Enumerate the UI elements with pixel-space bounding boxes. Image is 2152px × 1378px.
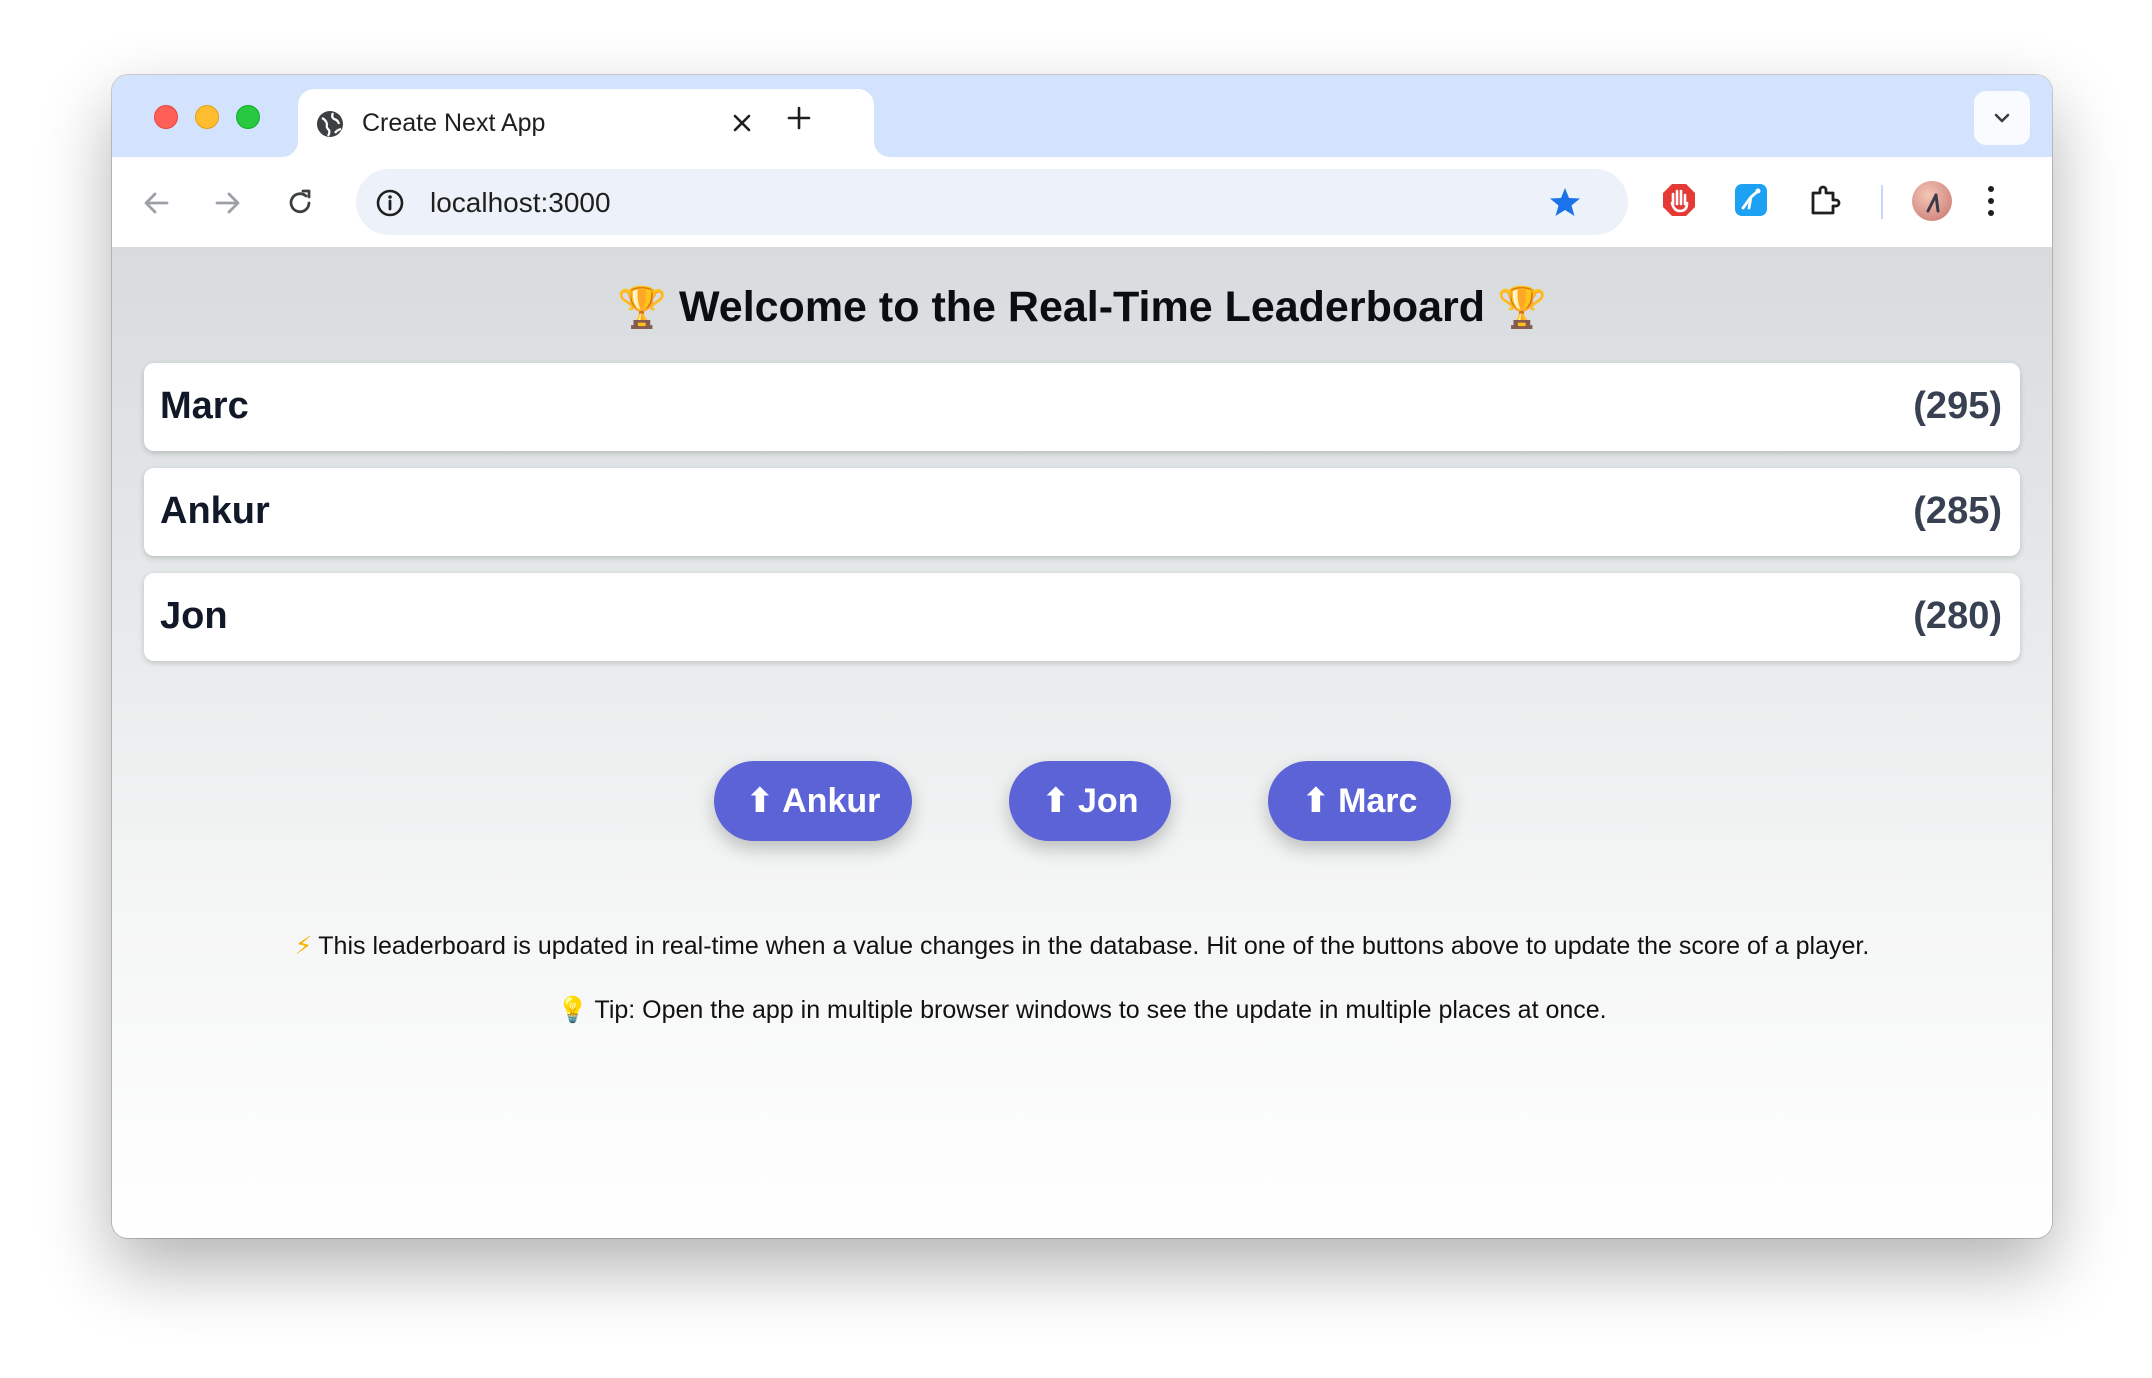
leaderboard-row: Ankur (285) (144, 468, 2020, 556)
site-info-icon[interactable] (374, 187, 406, 219)
adblock-extension-icon[interactable] (1660, 181, 1698, 219)
trophy-icon: 🏆 (1496, 285, 1547, 331)
button-label: Ankur (782, 782, 881, 820)
up-arrow-icon: ⬆ (1301, 781, 1331, 821)
upvote-jon-button[interactable]: ⬆ Jon (1009, 761, 1171, 841)
more-options-icon[interactable] (1986, 183, 1996, 219)
url-text[interactable]: localhost:3000 (430, 187, 611, 219)
button-label: Jon (1078, 782, 1139, 820)
close-window-button[interactable] (154, 105, 178, 129)
up-arrow-icon: ⬆ (745, 781, 775, 821)
tab-search-button[interactable] (1974, 91, 2030, 145)
minimize-window-button[interactable] (195, 105, 219, 129)
reload-icon[interactable] (284, 187, 316, 219)
page-title-text: Welcome to the Real-Time Leaderboard (678, 283, 1486, 331)
player-score: (285) (1913, 490, 2002, 532)
browser-window: Create Next App localhost:3000 🏆 Welcome… (112, 75, 2052, 1238)
chevron-down-icon (1994, 113, 2010, 123)
new-tab-icon[interactable] (786, 105, 812, 131)
trophy-icon: 🏆 (617, 285, 668, 331)
player-name: Jon (160, 595, 228, 637)
back-arrow-icon[interactable] (140, 187, 172, 219)
info-note-text: This leaderboard is updated in real-time… (318, 932, 1870, 960)
profile-avatar[interactable] (1912, 181, 1952, 221)
globe-icon (317, 111, 343, 137)
lightbulb-icon: 💡 (557, 995, 589, 1024)
bookmark-star-icon[interactable] (1548, 185, 1582, 219)
leaderboard-row: Marc (295) (144, 363, 2020, 451)
player-score: (280) (1913, 595, 2002, 637)
tip-note: 💡 Tip: Open the app in multiple browser w… (112, 995, 2052, 1025)
info-note: ⚡ This leaderboard is updated in real-tim… (112, 931, 2052, 961)
tab-strip: Create Next App (112, 75, 2052, 157)
bird-extension-icon[interactable] (1732, 181, 1770, 219)
avatar-icon (1926, 193, 1940, 213)
button-label: Marc (1338, 782, 1418, 820)
address-bar[interactable]: localhost:3000 (356, 169, 1628, 235)
extensions-puzzle-icon[interactable] (1805, 181, 1843, 219)
player-name: Ankur (160, 490, 270, 532)
forward-arrow-icon[interactable] (212, 187, 244, 219)
upvote-marc-button[interactable]: ⬆ Marc (1268, 761, 1451, 841)
page-title: 🏆 Welcome to the Real-Time Leaderboard 🏆 (112, 283, 2052, 332)
browser-toolbar: localhost:3000 (112, 157, 2052, 247)
up-arrow-icon: ⬆ (1041, 781, 1071, 821)
tab-title: Create Next App (362, 109, 546, 137)
upvote-ankur-button[interactable]: ⬆ Ankur (714, 761, 912, 841)
player-name: Marc (160, 385, 249, 427)
close-tab-icon[interactable] (730, 111, 754, 135)
tip-note-text: Tip: Open the app in multiple browser wi… (594, 996, 1607, 1024)
zoom-window-button[interactable] (236, 105, 260, 129)
player-score: (295) (1913, 385, 2002, 427)
lightning-icon: ⚡ (294, 931, 313, 960)
page-content: 🏆 Welcome to the Real-Time Leaderboard 🏆… (112, 247, 2052, 1238)
leaderboard-row: Jon (280) (144, 573, 2020, 661)
toolbar-divider (1881, 185, 1883, 219)
